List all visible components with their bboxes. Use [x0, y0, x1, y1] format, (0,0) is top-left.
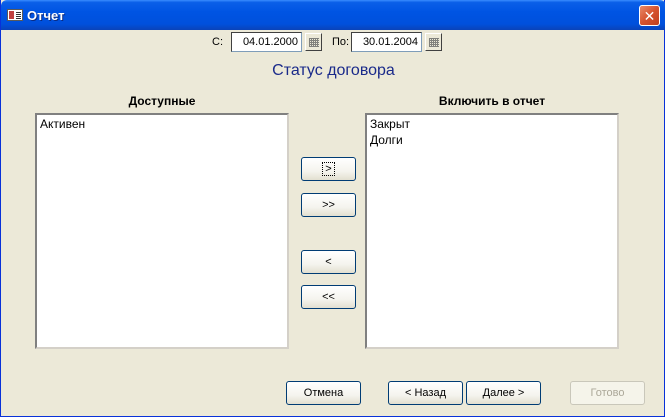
to-date-calendar-button[interactable] — [425, 33, 442, 51]
back-button[interactable]: < Назад — [388, 381, 463, 405]
list-item[interactable]: Долги — [370, 132, 614, 148]
close-icon: ✕ — [643, 7, 656, 24]
list-item[interactable]: Активен — [40, 116, 284, 132]
included-list-title: Включить в отчет — [438, 94, 546, 108]
form-icon — [7, 9, 23, 21]
add-all-button[interactable]: >> — [301, 193, 356, 217]
add-one-button[interactable]: > — [301, 157, 356, 181]
add-one-label: > — [322, 162, 335, 176]
available-list-title: Доступные — [128, 94, 196, 108]
title-bar[interactable]: Отчет ✕ — [1, 0, 665, 30]
from-date-label: С: — [212, 36, 223, 48]
cancel-button[interactable]: Отмена — [286, 381, 361, 405]
window-title: Отчет — [27, 8, 65, 23]
remove-one-button[interactable]: < — [301, 250, 356, 274]
to-date-field[interactable]: 30.01.2004 — [351, 32, 422, 52]
to-date-label: По: — [332, 36, 350, 48]
page-title: Статус договора — [272, 62, 395, 79]
next-button[interactable]: Далее > — [466, 381, 541, 405]
remove-all-button[interactable]: << — [301, 285, 356, 309]
available-listbox[interactable]: Активен — [35, 113, 289, 349]
included-listbox[interactable]: Закрыт Долги — [365, 113, 619, 349]
from-date-calendar-button[interactable] — [305, 33, 322, 51]
finish-button[interactable]: Готово — [570, 381, 645, 405]
close-button[interactable]: ✕ — [639, 5, 660, 26]
report-dialog: Отчет ✕ С: 04.01.2000 По: 30.01.2004 Ста… — [0, 0, 665, 417]
calendar-icon — [429, 38, 439, 47]
calendar-icon — [309, 38, 319, 47]
list-item[interactable]: Закрыт — [370, 116, 614, 132]
from-date-field[interactable]: 04.01.2000 — [231, 32, 302, 52]
